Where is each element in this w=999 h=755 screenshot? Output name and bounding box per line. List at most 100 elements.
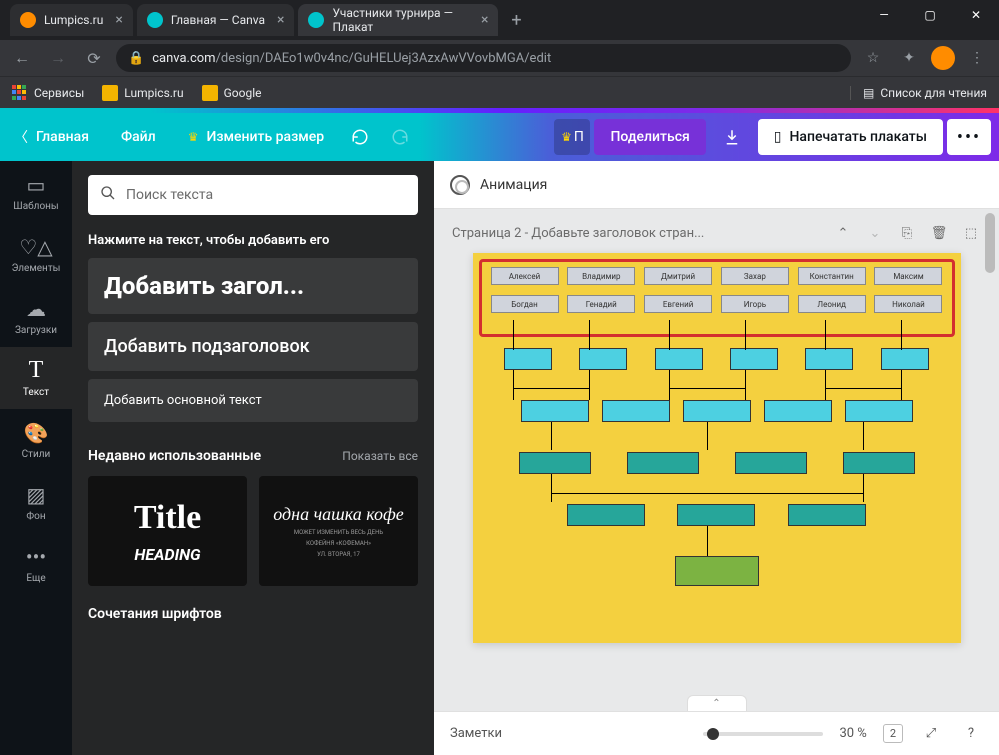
recent-text-template[interactable]: Title HEADING bbox=[88, 476, 247, 586]
rail-background[interactable]: ▨Фон bbox=[0, 471, 72, 533]
browser-tab[interactable]: Lumpics.ru × bbox=[10, 4, 133, 36]
back-button[interactable]: ← bbox=[8, 44, 36, 72]
notes-button[interactable]: Заметки bbox=[450, 726, 502, 741]
forward-button[interactable]: → bbox=[44, 44, 72, 72]
rail-uploads[interactable]: ☁Загрузки bbox=[0, 285, 72, 347]
fullscreen-icon[interactable]: ⤢ bbox=[919, 722, 943, 746]
participant-cell[interactable]: Николай bbox=[874, 295, 942, 313]
new-tab-button[interactable]: + bbox=[502, 6, 530, 34]
participant-cell[interactable]: Генадий bbox=[567, 295, 635, 313]
page-drawer-handle[interactable]: ⌃ bbox=[687, 695, 747, 711]
reload-button[interactable]: ⟳ bbox=[80, 44, 108, 72]
participant-cell[interactable]: Алексей bbox=[491, 267, 559, 285]
participant-cell[interactable]: Максим bbox=[874, 267, 942, 285]
bracket-cell[interactable] bbox=[627, 452, 699, 474]
maximize-button[interactable]: ▢ bbox=[907, 0, 953, 30]
bookmark-apps[interactable]: Сервисы bbox=[12, 85, 84, 101]
bracket-cell[interactable] bbox=[567, 504, 645, 526]
zoom-thumb[interactable] bbox=[707, 728, 719, 740]
rail-text[interactable]: TТекст bbox=[0, 347, 72, 409]
bracket-cell[interactable] bbox=[519, 452, 591, 474]
pro-button[interactable]: ♛П bbox=[554, 119, 590, 155]
add-heading-button[interactable]: Добавить загол... bbox=[88, 258, 418, 314]
bracket-cell[interactable] bbox=[845, 400, 913, 422]
vertical-scrollbar[interactable] bbox=[983, 213, 997, 707]
resize-button[interactable]: ♛Изменить размер bbox=[174, 119, 338, 155]
rail-more[interactable]: •••Еще bbox=[0, 533, 72, 595]
bracket-cell[interactable] bbox=[683, 400, 751, 422]
add-body-button[interactable]: Добавить основной текст bbox=[88, 379, 418, 422]
scrollbar-thumb[interactable] bbox=[985, 213, 995, 273]
reading-list-label: Список для чтения bbox=[880, 86, 987, 100]
participant-cell[interactable]: Захар bbox=[721, 267, 789, 285]
bookmark-folder[interactable]: Lumpics.ru bbox=[102, 85, 183, 101]
participant-cell[interactable]: Евгений bbox=[644, 295, 712, 313]
recent-text-template[interactable]: одна чашка кофе МОЖЕТ ИЗМЕНИТЬ ВЕСЬ ДЕНЬ… bbox=[259, 476, 418, 586]
zoom-slider[interactable] bbox=[703, 732, 823, 736]
undo-button[interactable] bbox=[342, 119, 378, 155]
help-icon[interactable]: ? bbox=[959, 722, 983, 746]
browser-tab[interactable]: Главная — Canva × bbox=[137, 4, 295, 36]
print-button[interactable]: ▯Напечатать плакаты bbox=[758, 119, 943, 155]
template-line: КОФЕЙНЯ «КОФЕМАН» bbox=[306, 540, 371, 547]
home-button[interactable]: 〈Главная bbox=[8, 119, 103, 155]
participant-cell[interactable]: Дмитрий bbox=[644, 267, 712, 285]
reading-list-button[interactable]: ▤Список для чтения bbox=[850, 86, 987, 100]
collapse-icon[interactable]: ⌃ bbox=[833, 223, 853, 243]
trash-icon[interactable]: 🗑 bbox=[929, 223, 949, 243]
bracket-cell[interactable] bbox=[788, 504, 866, 526]
extension-icon[interactable]: ✦ bbox=[895, 44, 923, 72]
rail-templates[interactable]: ▭Шаблоны bbox=[0, 161, 72, 223]
show-all-link[interactable]: Показать все bbox=[342, 449, 418, 463]
bracket-cell[interactable] bbox=[602, 400, 670, 422]
add-page-icon[interactable]: ⬚ bbox=[961, 223, 981, 243]
page-indicator[interactable]: 2 bbox=[883, 724, 903, 743]
bracket-cell[interactable] bbox=[521, 400, 589, 422]
participant-cell[interactable]: Константин bbox=[798, 267, 866, 285]
rail-styles[interactable]: 🎨Стили bbox=[0, 409, 72, 471]
star-icon[interactable]: ☆ bbox=[859, 44, 887, 72]
more-button[interactable]: ••• bbox=[947, 119, 991, 155]
url-input[interactable]: 🔒 canva.com/design/DAEo1w0v4nc/GuHELUej3… bbox=[116, 44, 851, 72]
rail-elements[interactable]: ♡△Элементы bbox=[0, 223, 72, 285]
bracket-cell[interactable] bbox=[504, 348, 552, 370]
browser-tab-active[interactable]: Участники турнира — Плакат × bbox=[298, 4, 498, 36]
bracket-cell[interactable] bbox=[677, 504, 755, 526]
zoom-value[interactable]: 30 % bbox=[839, 726, 866, 741]
close-window-button[interactable]: ✕ bbox=[953, 0, 999, 30]
participant-cell[interactable]: Богдан bbox=[491, 295, 559, 313]
bracket-cell[interactable] bbox=[735, 452, 807, 474]
participant-cell[interactable]: Игорь bbox=[721, 295, 789, 313]
download-button[interactable] bbox=[710, 119, 754, 155]
redo-button[interactable] bbox=[382, 119, 418, 155]
share-button[interactable]: Поделиться bbox=[594, 119, 705, 155]
bracket-cell[interactable] bbox=[730, 348, 778, 370]
animation-button[interactable]: Анимация bbox=[480, 177, 547, 193]
participant-cell[interactable]: Леонид bbox=[798, 295, 866, 313]
bracket-winner-cell[interactable] bbox=[675, 556, 759, 586]
close-icon[interactable]: × bbox=[481, 12, 488, 28]
file-menu[interactable]: Файл bbox=[107, 119, 170, 155]
bracket-cell[interactable] bbox=[881, 348, 929, 370]
bracket-cell[interactable] bbox=[655, 348, 703, 370]
search-input[interactable]: Поиск текста bbox=[88, 175, 418, 215]
menu-icon[interactable]: ⋮ bbox=[963, 44, 991, 72]
page-canvas[interactable]: Алексей Владимир Дмитрий Захар Константи… bbox=[473, 253, 961, 643]
bracket-cell[interactable] bbox=[764, 400, 832, 422]
canvas-scroll[interactable]: Страница 2 - Добавьте заголовок стран...… bbox=[434, 209, 999, 711]
close-icon[interactable]: × bbox=[277, 12, 284, 28]
bracket-cell[interactable] bbox=[843, 452, 915, 474]
expand-icon[interactable]: ⌄ bbox=[865, 223, 885, 243]
lock-icon: 🔒 bbox=[128, 51, 144, 66]
page-title[interactable]: Страница 2 - Добавьте заголовок стран... bbox=[452, 226, 821, 241]
bracket-cell[interactable] bbox=[805, 348, 853, 370]
add-subheading-button[interactable]: Добавить подзаголовок bbox=[88, 322, 418, 371]
profile-avatar[interactable] bbox=[931, 46, 955, 70]
duplicate-icon[interactable]: ⎘ bbox=[897, 223, 917, 243]
participant-cell[interactable]: Владимир bbox=[567, 267, 635, 285]
bracket-cell[interactable] bbox=[579, 348, 627, 370]
minimize-button[interactable]: — bbox=[861, 0, 907, 30]
chevron-left-icon: 〈 bbox=[14, 127, 28, 147]
close-icon[interactable]: × bbox=[115, 12, 122, 28]
bookmark-folder[interactable]: Google bbox=[202, 85, 262, 101]
